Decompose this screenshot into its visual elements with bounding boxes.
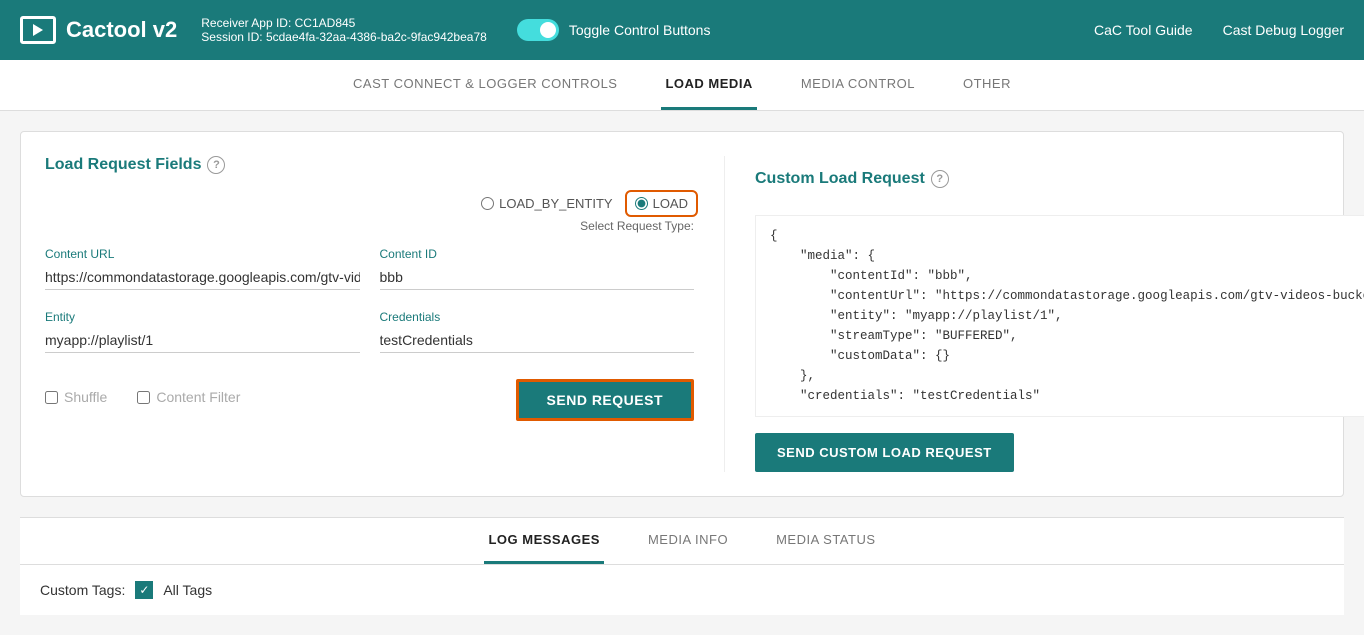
content-id-field: Content ID <box>380 247 695 290</box>
main-nav: CAST CONNECT & LOGGER CONTROLS LOAD MEDI… <box>0 60 1364 111</box>
tab-media-status[interactable]: MEDIA STATUS <box>772 518 879 564</box>
nav-other[interactable]: OTHER <box>959 60 1015 110</box>
header: Cactool v2 Receiver App ID: CC1AD845 Ses… <box>0 0 1364 60</box>
form-row-2: Entity Credentials <box>45 310 694 353</box>
session-id: Session ID: 5cdae4fa-32aa-4386-ba2c-9fac… <box>201 30 487 44</box>
content-id-input[interactable] <box>380 265 695 290</box>
bottom-section: LOG MESSAGES MEDIA INFO MEDIA STATUS Cus… <box>20 517 1344 615</box>
cast-debug-logger-link[interactable]: Cast Debug Logger <box>1223 22 1344 38</box>
credentials-input[interactable] <box>380 328 695 353</box>
content-id-label: Content ID <box>380 247 695 261</box>
shuffle-checkbox-label[interactable]: Shuffle <box>45 389 107 405</box>
load-media-card: Load Request Fields ? LOAD_BY_ENTITY LOA… <box>20 131 1344 497</box>
bottom-content: Custom Tags: All Tags <box>20 565 1344 615</box>
nav-load-media[interactable]: LOAD MEDIA <box>661 60 756 110</box>
entity-label: Entity <box>45 310 360 324</box>
all-tags-label: All Tags <box>163 582 212 598</box>
load-request-help-icon[interactable]: ? <box>207 156 225 174</box>
toggle-area: Toggle Control Buttons <box>517 19 711 41</box>
bottom-tabs: LOG MESSAGES MEDIA INFO MEDIA STATUS <box>20 518 1344 565</box>
form-row-1: Content URL Content ID <box>45 247 694 290</box>
content-url-field: Content URL <box>45 247 360 290</box>
all-tags-checkbox[interactable] <box>135 581 153 599</box>
section-title-load-request: Load Request Fields ? <box>45 156 694 174</box>
content-url-input[interactable] <box>45 265 360 290</box>
radio-input-load-by-entity[interactable] <box>481 197 494 210</box>
header-right: CaC Tool Guide Cast Debug Logger <box>1094 22 1344 38</box>
radio-input-load[interactable] <box>635 197 648 210</box>
content-filter-checkbox-label[interactable]: Content Filter <box>137 389 240 405</box>
radio-load[interactable]: LOAD <box>629 194 694 213</box>
json-editor[interactable]: { "media": { "contentId": "bbb", "conten… <box>755 215 1364 417</box>
tab-log-messages[interactable]: LOG MESSAGES <box>484 518 603 564</box>
main-content: Load Request Fields ? LOAD_BY_ENTITY LOA… <box>0 111 1364 635</box>
logo-text: Cactool v2 <box>66 17 177 43</box>
entity-field: Entity <box>45 310 360 353</box>
custom-tags-label: Custom Tags: <box>40 582 125 598</box>
logo-icon <box>20 16 56 44</box>
content-filter-checkbox[interactable] <box>137 391 150 404</box>
right-panel: Custom Load Request ? LOAD_BY_ENTITY LOA… <box>725 156 1364 472</box>
cac-tool-guide-link[interactable]: CaC Tool Guide <box>1094 22 1193 38</box>
toggle-control-buttons[interactable] <box>517 19 559 41</box>
receiver-app-id: Receiver App ID: CC1AD845 <box>201 16 487 30</box>
tab-media-info[interactable]: MEDIA INFO <box>644 518 732 564</box>
checkbox-row: Shuffle Content Filter <box>45 389 240 405</box>
nav-media-control[interactable]: MEDIA CONTROL <box>797 60 919 110</box>
select-type-text: Select Request Type: <box>45 219 694 233</box>
send-custom-load-request-button[interactable]: SEND CUSTOM LOAD REQUEST <box>755 433 1014 472</box>
content-url-label: Content URL <box>45 247 360 261</box>
send-request-button[interactable]: SEND REQUEST <box>516 379 694 421</box>
custom-load-title: Custom Load Request ? <box>755 170 949 188</box>
request-type-row: LOAD_BY_ENTITY LOAD <box>45 194 694 213</box>
custom-load-help-icon[interactable]: ? <box>931 170 949 188</box>
custom-tags-row: Custom Tags: All Tags <box>40 581 1324 599</box>
header-info: Receiver App ID: CC1AD845 Session ID: 5c… <box>201 16 487 44</box>
custom-header-row: Custom Load Request ? LOAD_BY_ENTITY LOA… <box>755 156 1364 201</box>
entity-input[interactable] <box>45 328 360 353</box>
credentials-field: Credentials <box>380 310 695 353</box>
credentials-label: Credentials <box>380 310 695 324</box>
toggle-label: Toggle Control Buttons <box>569 22 711 38</box>
logo: Cactool v2 <box>20 16 177 44</box>
radio-load-by-entity[interactable]: LOAD_BY_ENTITY <box>481 196 612 211</box>
shuffle-checkbox[interactable] <box>45 391 58 404</box>
left-panel: Load Request Fields ? LOAD_BY_ENTITY LOA… <box>45 156 725 472</box>
nav-cast-connect[interactable]: CAST CONNECT & LOGGER CONTROLS <box>349 60 621 110</box>
